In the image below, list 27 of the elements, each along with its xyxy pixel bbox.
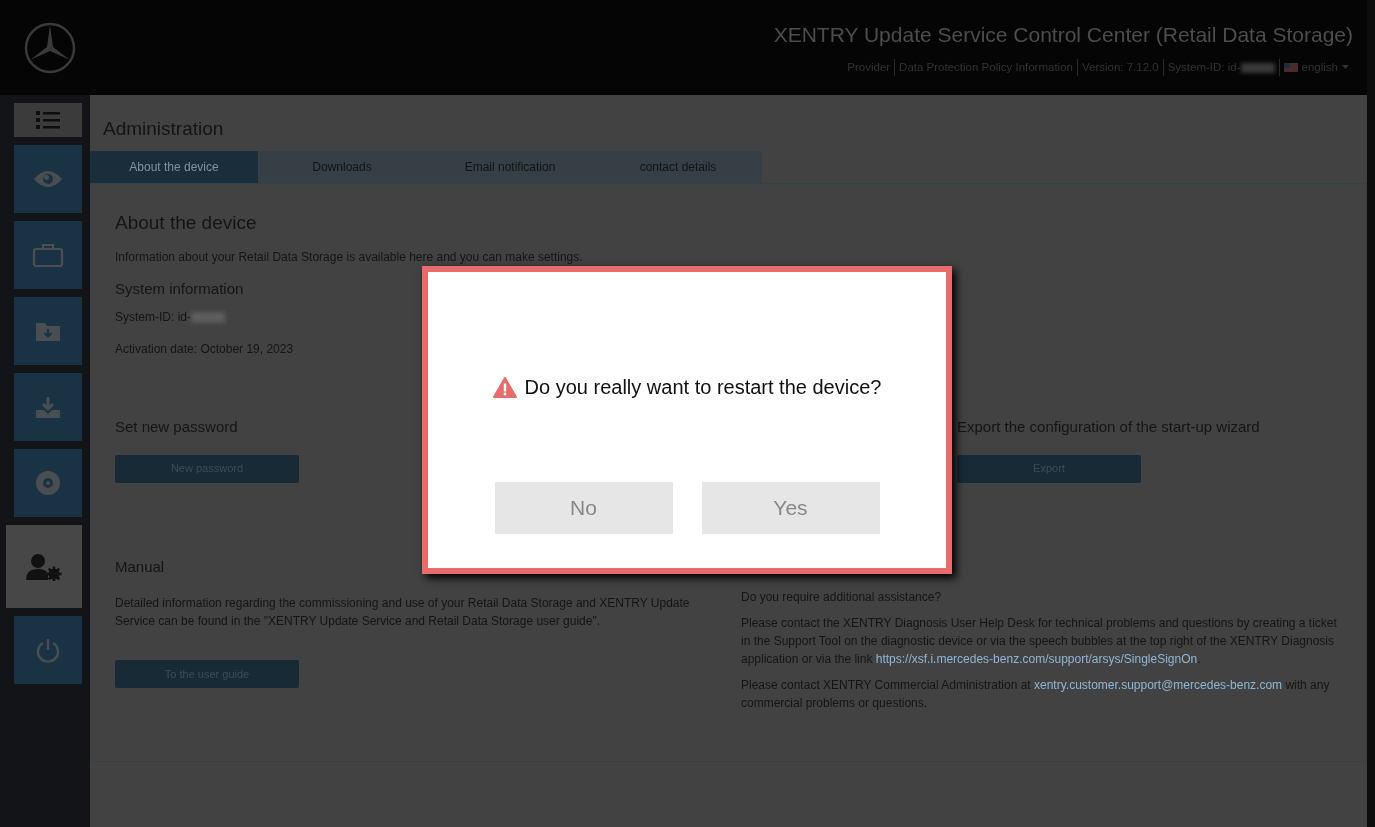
sidebar-button[interactable] [14, 221, 82, 289]
folder-download-icon [35, 320, 61, 342]
sidebar-button[interactable] [14, 449, 82, 517]
redacted-value [191, 311, 225, 323]
sidebar-button[interactable] [14, 145, 82, 213]
user-gear-icon [26, 552, 62, 581]
power-icon [35, 637, 61, 663]
warning-icon [492, 376, 517, 398]
star-logo [24, 21, 76, 74]
sidebar-button[interactable] [14, 103, 82, 137]
sidebar-button[interactable] [6, 525, 82, 608]
sidebar-button[interactable] [14, 297, 82, 365]
flag-icon [1283, 62, 1298, 72]
disc-icon [35, 470, 61, 496]
download-icon [35, 395, 61, 419]
sidebar-button[interactable] [14, 373, 82, 441]
briefcase-icon [32, 242, 64, 268]
caret-icon [1342, 65, 1349, 70]
list-icon [36, 110, 60, 130]
help-link[interactable]: xentry.customer.support@mercedes-benz.com [1034, 677, 1283, 692]
dialog-button[interactable]: Yes [701, 482, 880, 534]
sidebar-button[interactable] [14, 616, 82, 684]
app-title: XENTRY Update Service Control Center (Retail Data Storage) [773, 22, 1353, 49]
tab[interactable]: About the device [90, 151, 258, 183]
dialog-message: Do you really want to restart the device? [524, 375, 882, 400]
dialog-button[interactable]: No [494, 482, 673, 534]
eye-icon [33, 169, 63, 189]
